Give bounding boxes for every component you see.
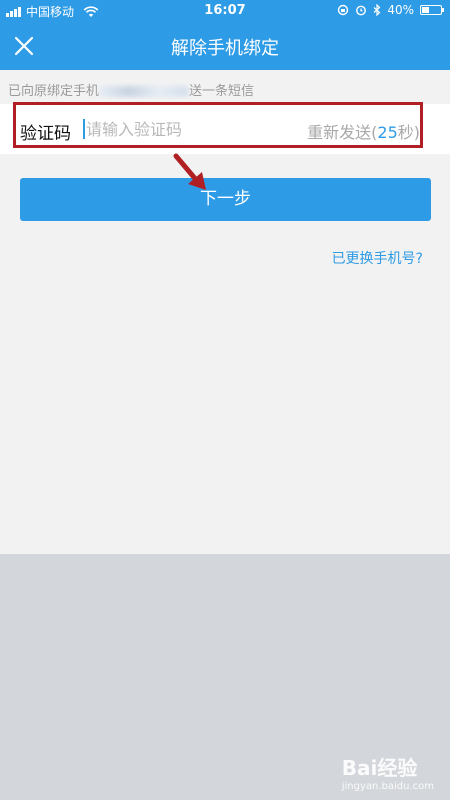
changed-phone-link[interactable]: 已更换手机号? [332, 248, 423, 268]
resend-suffix: 秒) [397, 123, 420, 142]
battery-fill [422, 7, 429, 13]
battery-percent: 40% [387, 3, 414, 17]
status-bar: 中国移动 16:07 40% [0, 0, 450, 22]
alarm-icon [356, 5, 367, 16]
nav-bar: 解除手机绑定 [0, 22, 450, 70]
verification-code-row: 验证码 重新发送(25秒) [0, 104, 450, 154]
baidu-watermark: Bai经验 jingyan.baidu.com [342, 752, 434, 792]
resend-countdown: 重新发送(25秒) [307, 119, 420, 143]
verification-code-input[interactable] [86, 114, 316, 144]
bluetooth-icon [373, 4, 381, 16]
sms-hint-suffix: 送一条短信 [189, 84, 255, 99]
verification-code-label: 验证码 [20, 124, 71, 144]
masked-phone-number [99, 86, 190, 97]
watermark-brand-2: 经验 [377, 756, 418, 780]
battery-icon [420, 5, 444, 15]
resend-count: 25 [377, 123, 398, 142]
orientation-lock-icon [338, 4, 349, 16]
page-title: 解除手机绑定 [171, 38, 279, 59]
next-step-button[interactable]: 下一步 [20, 178, 431, 221]
status-right: 40% [337, 3, 444, 17]
resend-prefix: 重新发送( [307, 123, 378, 142]
text-caret [83, 119, 85, 139]
watermark-url: jingyan.baidu.com [341, 781, 434, 792]
sms-hint-prefix: 已向原绑定手机 [8, 84, 100, 99]
watermark-brand: Bai [341, 756, 378, 780]
sms-hint: 已向原绑定手机 送一条短信 [8, 80, 442, 99]
